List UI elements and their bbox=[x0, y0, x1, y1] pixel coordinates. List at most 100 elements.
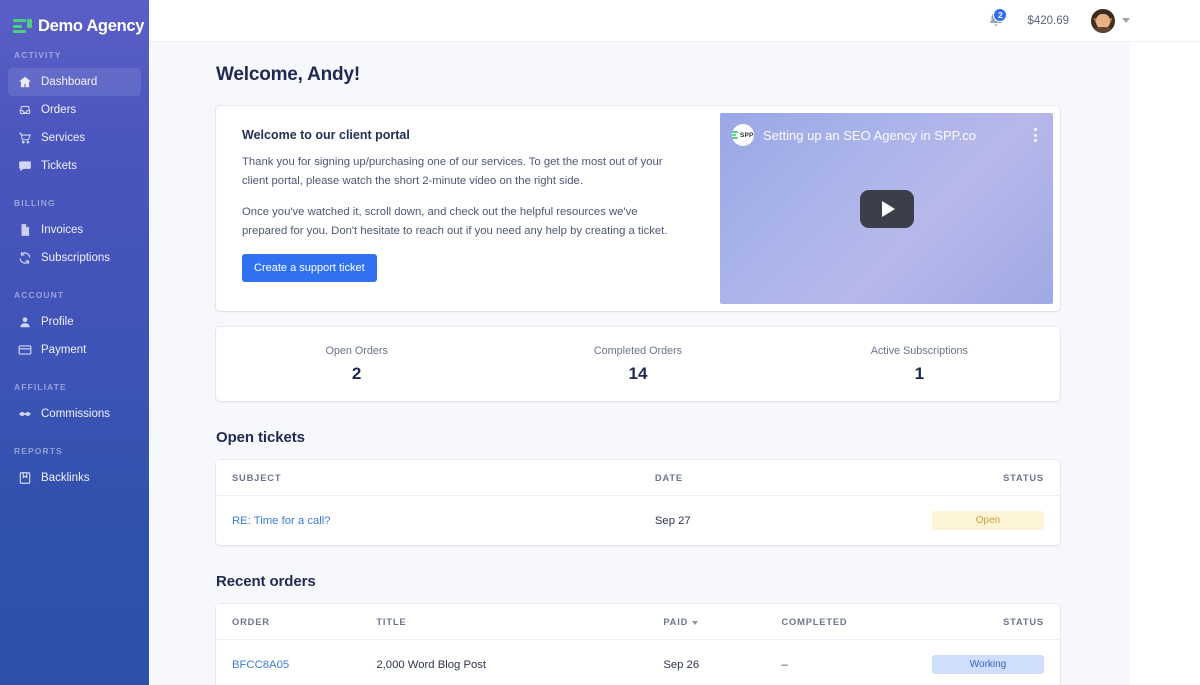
chevron-down-icon bbox=[1122, 18, 1130, 23]
open-tickets-table-card: SUBJECT DATE STATUS RE: Time for a call?… bbox=[216, 460, 1060, 545]
order-status-cell: Working bbox=[916, 639, 1060, 685]
order-title: 2,000 Word Blog Post bbox=[376, 639, 664, 685]
sidebar-item-backlinks[interactable]: Backlinks bbox=[8, 464, 141, 492]
col-completed[interactable]: COMPLETED bbox=[781, 604, 917, 640]
order-id-link[interactable]: BFCC8A05 bbox=[232, 659, 289, 671]
col-paid-label: PAID bbox=[663, 617, 689, 627]
table-row[interactable]: BFCC8A05 2,000 Word Blog Post Sep 26 – W… bbox=[216, 639, 1060, 685]
handshake-icon bbox=[18, 407, 32, 421]
welcome-heading: Welcome to our client portal bbox=[242, 128, 410, 142]
play-icon[interactable] bbox=[859, 189, 914, 228]
main-region: 2 $420.69 Welcome, Andy! Welcome to our … bbox=[149, 0, 1200, 685]
video-header: SPP Setting up an SEO Agency in SPP.co bbox=[720, 113, 1053, 146]
welcome-video-player[interactable]: SPP Setting up an SEO Agency in SPP.co bbox=[720, 113, 1053, 304]
sidebar-group-account-label: ACCOUNT bbox=[14, 290, 65, 300]
app-root: Demo Agency ACTIVITY Dashboard Orders Se… bbox=[0, 0, 1200, 685]
stat-open-orders: Open Orders 2 bbox=[216, 327, 497, 401]
spp-channel-logo-icon: SPP bbox=[732, 124, 754, 146]
sidebar-item-payment[interactable]: Payment bbox=[8, 336, 141, 364]
col-title[interactable]: TITLE bbox=[376, 604, 664, 640]
sidebar-item-dashboard-label: Dashboard bbox=[41, 76, 98, 88]
video-title: Setting up an SEO Agency in SPP.co bbox=[763, 127, 976, 143]
status-badge: Open bbox=[932, 511, 1044, 530]
sidebar-group-activity-label: ACTIVITY bbox=[14, 50, 62, 60]
order-paid-date: Sep 26 bbox=[663, 639, 782, 685]
account-balance: $420.69 bbox=[1027, 14, 1069, 27]
spp-bars-logo-icon bbox=[13, 18, 32, 35]
ticket-status-cell: Open bbox=[857, 495, 1060, 545]
notifications-badge: 2 bbox=[993, 7, 1008, 22]
stats-card: Open Orders 2 Completed Orders 14 Active… bbox=[216, 327, 1060, 401]
col-paid[interactable]: PAID bbox=[663, 604, 782, 640]
sidebar-item-services-label: Services bbox=[41, 132, 86, 144]
sidebar-item-orders[interactable]: Orders bbox=[8, 96, 141, 124]
welcome-text-column: Welcome to our client portal Thank you f… bbox=[216, 106, 720, 311]
content-area: Welcome, Andy! Welcome to our client por… bbox=[149, 42, 1130, 685]
sidebar-item-tickets[interactable]: Tickets bbox=[8, 152, 141, 180]
sidebar-item-services[interactable]: Services bbox=[8, 124, 141, 152]
ticket-subject-link[interactable]: RE: Time for a call? bbox=[232, 515, 331, 527]
inbox-icon bbox=[18, 103, 32, 117]
recent-orders-table-card: ORDER TITLE PAID COMPLETED STATUS BFCC8A… bbox=[216, 604, 1060, 685]
stat-active-subscriptions: Active Subscriptions 1 bbox=[779, 327, 1060, 401]
book-icon bbox=[18, 471, 32, 485]
sidebar-item-profile[interactable]: Profile bbox=[8, 308, 141, 336]
create-support-ticket-button[interactable]: Create a support ticket bbox=[242, 253, 377, 282]
kebab-menu-icon[interactable] bbox=[1034, 128, 1041, 142]
top-bar: 2 $420.69 bbox=[149, 0, 1200, 42]
welcome-card: Welcome to our client portal Thank you f… bbox=[216, 106, 1060, 311]
sidebar-item-subscriptions[interactable]: Subscriptions bbox=[8, 244, 141, 272]
sidebar-item-profile-label: Profile bbox=[41, 316, 74, 328]
order-completed-date: – bbox=[781, 639, 917, 685]
home-icon bbox=[18, 75, 32, 89]
sidebar-item-invoices-label: Invoices bbox=[41, 224, 84, 236]
ticket-date: Sep 27 bbox=[654, 495, 858, 545]
user-menu[interactable] bbox=[1091, 8, 1130, 33]
stat-active-subscriptions-label: Active Subscriptions bbox=[870, 344, 968, 357]
page-title: Welcome, Andy! bbox=[216, 64, 360, 85]
welcome-paragraph-1: Thank you for signing up/purchasing one … bbox=[242, 156, 663, 187]
status-badge: Working bbox=[932, 655, 1044, 674]
user-icon bbox=[18, 315, 32, 329]
col-status[interactable]: STATUS bbox=[916, 604, 1060, 640]
sidebar-item-invoices[interactable]: Invoices bbox=[8, 216, 141, 244]
col-subject[interactable]: SUBJECT bbox=[216, 460, 655, 496]
video-channel-badge: SPP bbox=[739, 131, 754, 139]
recent-orders-title: Recent orders bbox=[216, 573, 316, 590]
sidebar-item-commissions[interactable]: Commissions bbox=[8, 400, 141, 428]
open-tickets-table: SUBJECT DATE STATUS RE: Time for a call?… bbox=[216, 460, 1060, 545]
credit-card-icon bbox=[18, 343, 32, 357]
welcome-paragraph-2: Once you've watched it, scroll down, and… bbox=[242, 206, 668, 237]
stat-open-orders-value: 2 bbox=[351, 363, 362, 383]
sidebar-item-backlinks-label: Backlinks bbox=[41, 472, 90, 484]
stat-active-subscriptions-value: 1 bbox=[914, 363, 925, 383]
table-header-row: SUBJECT DATE STATUS bbox=[216, 460, 1060, 496]
table-row[interactable]: RE: Time for a call? Sep 27 Open bbox=[216, 495, 1060, 545]
sidebar-item-orders-label: Orders bbox=[41, 104, 77, 116]
stat-completed-orders-label: Completed Orders bbox=[593, 344, 683, 357]
sidebar-item-subscriptions-label: Subscriptions bbox=[41, 252, 111, 264]
col-date[interactable]: DATE bbox=[654, 460, 858, 496]
sidebar-item-payment-label: Payment bbox=[41, 344, 87, 356]
sidebar-group-affiliate-label: AFFILIATE bbox=[14, 382, 67, 392]
brand-name: Demo Agency bbox=[38, 17, 145, 35]
avatar bbox=[1091, 8, 1115, 33]
sidebar-group-reports-label: REPORTS bbox=[14, 446, 63, 456]
document-icon bbox=[18, 223, 32, 237]
stat-open-orders-label: Open Orders bbox=[325, 344, 388, 357]
notifications-button[interactable]: 2 bbox=[987, 7, 1008, 31]
open-tickets-title: Open tickets bbox=[216, 429, 305, 446]
order-id-cell: BFCC8A05 bbox=[216, 639, 377, 685]
col-order[interactable]: ORDER bbox=[216, 604, 377, 640]
table-header-row: ORDER TITLE PAID COMPLETED STATUS bbox=[216, 604, 1060, 640]
sort-descending-icon bbox=[692, 620, 699, 625]
sidebar: Demo Agency ACTIVITY Dashboard Orders Se… bbox=[0, 0, 149, 685]
sidebar-item-dashboard[interactable]: Dashboard bbox=[8, 68, 141, 96]
chat-bubble-icon bbox=[18, 159, 32, 173]
sidebar-group-billing-label: BILLING bbox=[14, 198, 56, 208]
cart-icon bbox=[18, 131, 32, 145]
ticket-subject: RE: Time for a call? bbox=[216, 495, 655, 545]
col-status[interactable]: STATUS bbox=[857, 460, 1060, 496]
brand-logo[interactable]: Demo Agency bbox=[0, 0, 149, 42]
sidebar-item-tickets-label: Tickets bbox=[41, 160, 77, 172]
